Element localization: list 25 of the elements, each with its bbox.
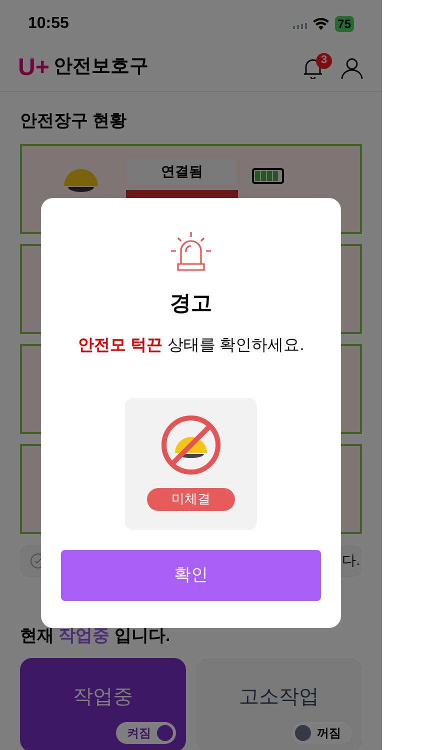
work-mode-card[interactable]: 고소작업 꺼짐 bbox=[196, 658, 362, 750]
toggle-switch[interactable]: 켜짐 bbox=[116, 722, 176, 744]
wifi-icon bbox=[312, 18, 329, 30]
work-mode-label: 고소작업 bbox=[239, 685, 319, 710]
warning-highlight: 안전모 턱끈 bbox=[78, 336, 162, 356]
siren-icon bbox=[170, 230, 212, 272]
app-title: 안전보호구 bbox=[53, 55, 148, 80]
notice-text: 다. bbox=[342, 551, 360, 570]
person-icon[interactable] bbox=[340, 56, 364, 80]
status-badge: 미체결 bbox=[147, 488, 235, 510]
no-helmet-icon bbox=[161, 414, 221, 474]
notification-badge: 3 bbox=[316, 52, 332, 68]
work-mode-label: 작업중 bbox=[73, 685, 133, 710]
dialog-message: 상태를 확인하세요. bbox=[167, 336, 304, 356]
work-status-heading: 현재 작업중 입니다. bbox=[20, 624, 172, 646]
brand-logo: U+ bbox=[18, 56, 50, 80]
status-time: 10:55 bbox=[28, 14, 69, 34]
device-battery-icon bbox=[252, 168, 284, 184]
battery-indicator: 75 bbox=[334, 16, 354, 32]
confirm-button[interactable]: 확인 bbox=[61, 550, 321, 600]
work-mode-card[interactable]: 작업중 켜짐 bbox=[20, 658, 186, 750]
dialog-title: 경고 bbox=[170, 291, 212, 317]
connection-status: 연결됨 bbox=[126, 158, 238, 186]
toggle-switch[interactable]: 꺼짐 bbox=[292, 722, 352, 744]
section-title: 안전장구 현황 bbox=[20, 110, 128, 132]
